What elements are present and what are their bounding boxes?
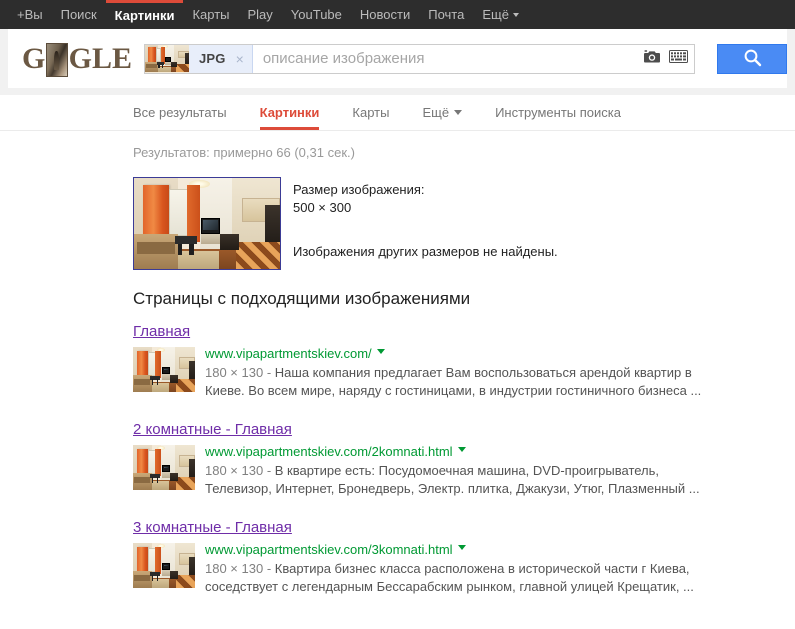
header-bar: G G L E JPG × описание изображения: [8, 29, 787, 88]
result-separator: -: [263, 365, 275, 380]
magnifier-icon: [743, 48, 762, 70]
result-body: www.vipapartmentskiev.com/2komnati.html …: [133, 443, 795, 498]
result-separator: -: [263, 463, 275, 478]
logo-letter-g1: G: [22, 41, 46, 75]
topnav-item-more[interactable]: Ещё: [473, 0, 528, 29]
header-region: G G L E JPG × описание изображения: [0, 29, 795, 88]
search-box: JPG ×: [144, 43, 695, 74]
result-thumbnail[interactable]: [133, 543, 195, 588]
apartment-photo: [133, 445, 195, 490]
image-search-chip: JPG ×: [145, 44, 253, 73]
topnav-item-maps[interactable]: Карты: [183, 0, 238, 29]
chip-thumbnail: [145, 44, 189, 73]
image-dimensions: 500 × 300: [293, 200, 352, 215]
tab-maps[interactable]: Карты: [352, 95, 389, 130]
search-box-icons: [644, 49, 694, 69]
logo-letter-l: L: [91, 41, 112, 75]
result-text: www.vipapartmentskiev.com/ 180 × 130 - Н…: [195, 345, 725, 400]
apartment-photo: [133, 347, 195, 392]
result-url-row: www.vipapartmentskiev.com/3komnati.html: [205, 541, 725, 559]
top-navigation-bar: +Вы Поиск Картинки Карты Play YouTube Но…: [0, 0, 795, 29]
result-url[interactable]: www.vipapartmentskiev.com/2komnati.html: [205, 443, 453, 460]
search-button[interactable]: [717, 43, 787, 74]
result-url-row: www.vipapartmentskiev.com/2komnati.html: [205, 443, 725, 461]
result-dimensions: 180 × 130: [205, 463, 264, 478]
result-title-link[interactable]: 2 комнатные - Главная: [133, 421, 292, 439]
header-spacer: [0, 88, 795, 95]
result-snippet: 180 × 130 - Наша компания предлагает Вам…: [205, 364, 725, 400]
result-body: www.vipapartmentskiev.com/ 180 × 130 - Н…: [133, 345, 795, 400]
result-snippet: 180 × 130 - Квартира бизнес класса распо…: [205, 560, 725, 596]
result-item: 2 комнатные - Главная www.vipapartmentsk…: [133, 421, 795, 498]
result-body: www.vipapartmentskiev.com/3komnati.html …: [133, 541, 795, 596]
chevron-down-icon[interactable]: [376, 349, 385, 355]
topnav-item-images[interactable]: Картинки: [105, 0, 184, 29]
logo-letters: G G L E: [22, 40, 132, 78]
logo-letter-g2: G: [68, 41, 92, 75]
tab-more-label: Ещё: [422, 105, 450, 120]
chevron-down-icon[interactable]: [457, 545, 466, 551]
chevron-down-icon: [454, 110, 463, 116]
results-content: Результатов: примерно 66 (0,31 сек.) Раз…: [0, 131, 795, 596]
no-other-sizes-note: Изображения других размеров не найдены.: [293, 244, 558, 259]
logo-letter-e: E: [111, 41, 132, 75]
result-item: 3 комнатные - Главная www.vipapartmentsk…: [133, 519, 795, 596]
result-url[interactable]: www.vipapartmentskiev.com/3komnati.html: [205, 541, 453, 558]
result-url[interactable]: www.vipapartmentskiev.com/: [205, 345, 372, 362]
result-text: www.vipapartmentskiev.com/2komnati.html …: [195, 443, 725, 498]
keyboard-icon[interactable]: [669, 49, 688, 68]
apartment-photo: [133, 543, 195, 588]
close-icon[interactable]: ×: [234, 52, 246, 66]
doodle-illustration: [46, 42, 68, 77]
result-title-link[interactable]: Главная: [133, 323, 190, 341]
result-dimensions: 180 × 130: [205, 561, 264, 576]
camera-icon[interactable]: [644, 49, 661, 69]
topnav-item-mail[interactable]: Почта: [419, 0, 473, 29]
apartment-photo: [145, 44, 189, 73]
result-stats: Результатов: примерно 66 (0,31 сек.): [133, 145, 355, 160]
pages-heading: Страницы с подходящими изображениями: [133, 289, 471, 308]
result-separator: -: [263, 561, 275, 576]
topnav-item-play[interactable]: Play: [239, 0, 282, 29]
result-thumbnail[interactable]: [133, 445, 195, 490]
tab-search-tools[interactable]: Инструменты поиска: [495, 95, 621, 130]
tab-all-results[interactable]: Все результаты: [133, 95, 227, 130]
result-description: В квартире есть: Посудомоечная машина, D…: [205, 463, 700, 496]
result-dimensions: 180 × 130: [205, 365, 264, 380]
search-tabs: Все результаты Картинки Карты Ещё Инстру…: [0, 95, 795, 131]
chip-label: JPG: [199, 51, 226, 66]
result-text: www.vipapartmentskiev.com/3komnati.html …: [195, 541, 725, 596]
result-description: Квартира бизнес класса расположена в ист…: [205, 561, 694, 594]
result-thumbnail[interactable]: [133, 347, 195, 392]
tab-images[interactable]: Картинки: [259, 95, 320, 130]
topnav-item-search[interactable]: Поиск: [52, 0, 106, 29]
search-input[interactable]: [252, 45, 644, 72]
topnav-item-news[interactable]: Новости: [351, 0, 419, 29]
chevron-down-icon[interactable]: [457, 447, 466, 453]
apartment-photo: [134, 178, 280, 269]
result-snippet: 180 × 130 - В квартире есть: Посудомоечн…: [205, 462, 725, 498]
result-item: Главная www.vipapartmentskiev.com/ 180 ×…: [133, 323, 795, 400]
topnav-item-youtube[interactable]: YouTube: [282, 0, 351, 29]
result-title-link[interactable]: 3 комнатные - Главная: [133, 519, 292, 537]
tab-more[interactable]: Ещё: [422, 95, 463, 130]
google-doodle-logo[interactable]: G G L E: [22, 40, 132, 78]
best-guess-block: Размер изображения: 500 × 300 Изображени…: [133, 177, 795, 270]
topnav-item-plus-you[interactable]: +Вы: [8, 0, 52, 29]
image-size-label: Размер изображения:: [293, 182, 425, 197]
best-guess-thumbnail[interactable]: [133, 177, 281, 270]
result-url-row: www.vipapartmentskiev.com/: [205, 345, 725, 363]
chevron-down-icon: [512, 12, 519, 17]
best-guess-info: Размер изображения: 500 × 300 Изображени…: [281, 177, 558, 259]
topnav-more-label: Ещё: [482, 7, 509, 22]
result-description: Наша компания предлагает Вам воспользова…: [205, 365, 702, 398]
